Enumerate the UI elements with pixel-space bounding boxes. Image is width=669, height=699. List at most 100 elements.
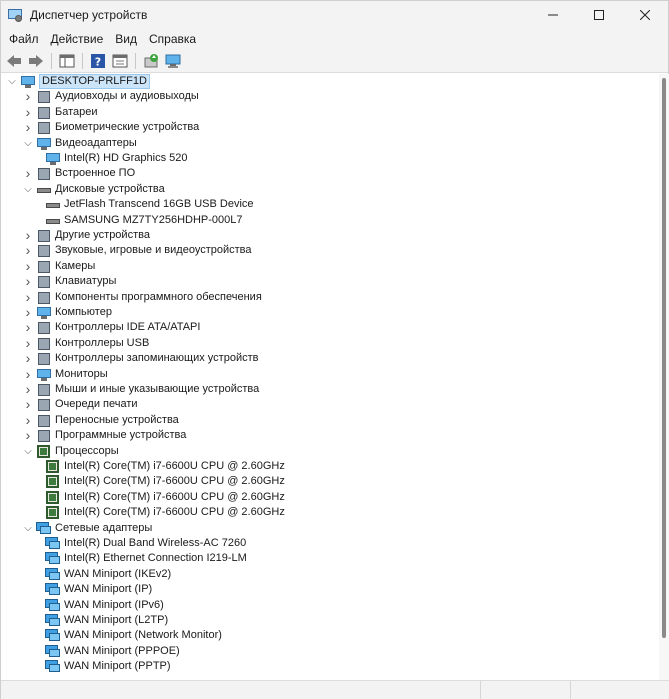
forward-button[interactable]	[26, 51, 46, 71]
svg-text:?: ?	[95, 55, 101, 68]
scrollbar-thumb[interactable]	[662, 78, 666, 638]
device-tree[interactable]: ⌵ DESKTOP-PRLFF1D › Аудиовходы и аудиовых…	[2, 74, 659, 680]
chevron-right-icon[interactable]: ›	[22, 305, 34, 320]
title-bar: Диспетчер устройств	[1, 1, 668, 29]
chevron-right-icon[interactable]: ›	[22, 89, 34, 104]
console-tree-button[interactable]	[57, 51, 77, 71]
computer-name[interactable]: DESKTOP-PRLFF1D	[39, 74, 150, 89]
tree-category[interactable]: › Переносные устройства	[22, 413, 179, 428]
tree-category[interactable]: › Мониторы	[22, 367, 108, 382]
chevron-right-icon[interactable]: ›	[22, 351, 34, 366]
chevron-right-icon[interactable]: ›	[22, 105, 34, 120]
chevron-down-icon[interactable]: ⌵	[22, 136, 34, 151]
tree-category[interactable]: › Программные устройства	[22, 428, 187, 443]
properties-icon	[112, 54, 128, 67]
chevron-down-icon[interactable]: ⌵	[22, 182, 34, 197]
tree-category[interactable]: › Контроллеры IDE ATA/ATAPI	[22, 320, 201, 335]
scan-hardware-button[interactable]	[163, 51, 183, 71]
tree-device[interactable]: Intel(R) Core(TM) i7-6600U CPU @ 2.60GHz	[39, 490, 285, 505]
tree-category[interactable]: › Встроенное ПО	[22, 166, 135, 181]
tree-category[interactable]: ⌵ Видеоадаптеры	[22, 136, 137, 151]
chevron-down-icon[interactable]: ⌵	[6, 74, 18, 89]
tree-category[interactable]: ⌵ Дисковые устройства	[22, 182, 165, 197]
tree-category[interactable]: ⌵ Сетевые адаптеры	[22, 521, 152, 536]
tree-device[interactable]: WAN Miniport (PPTP)	[39, 659, 171, 674]
tree-device[interactable]: WAN Miniport (IKEv2)	[39, 567, 171, 582]
tree-device[interactable]: WAN Miniport (IPv6)	[39, 598, 164, 613]
chevron-right-icon[interactable]: ›	[22, 367, 34, 382]
chevron-down-icon[interactable]: ⌵	[22, 521, 34, 536]
tree-device[interactable]: WAN Miniport (PPPOE)	[39, 644, 180, 659]
chevron-right-icon[interactable]: ›	[22, 259, 34, 274]
chevron-right-icon[interactable]: ›	[22, 413, 34, 428]
tree-device[interactable]: Intel(R) Core(TM) i7-6600U CPU @ 2.60GHz	[39, 474, 285, 489]
tree-category[interactable]: › Компьютер	[22, 305, 112, 320]
tree-device[interactable]: WAN Miniport (Network Monitor)	[39, 628, 222, 643]
keyboard-icon	[36, 275, 52, 289]
tree-device[interactable]: JetFlash Transcend 16GB USB Device	[39, 197, 254, 212]
chevron-right-icon[interactable]: ›	[22, 166, 34, 181]
chevron-right-icon[interactable]: ›	[22, 320, 34, 335]
tree-category[interactable]: ⌵ Процессоры	[22, 444, 119, 459]
tree-device[interactable]: WAN Miniport (IP)	[39, 582, 152, 597]
vertical-scrollbar[interactable]	[659, 74, 669, 680]
chevron-right-icon[interactable]: ›	[22, 397, 34, 412]
menu-file[interactable]: Файл	[3, 29, 45, 49]
tree-item-label: Контроллеры IDE ATA/ATAPI	[55, 321, 201, 333]
tree-item-label: Intel(R) Dual Band Wireless-AC 7260	[64, 537, 247, 549]
tree-item-label: Клавиатуры	[55, 275, 117, 287]
usb-icon	[36, 337, 52, 351]
speaker-icon	[36, 244, 52, 258]
menu-action[interactable]: Действие	[45, 29, 110, 49]
tree-category[interactable]: › Камеры	[22, 259, 96, 274]
tree-category[interactable]: › Звуковые, игровые и видеоустройства	[22, 243, 252, 258]
tree-device[interactable]: Intel(R) Dual Band Wireless-AC 7260	[39, 536, 246, 551]
back-button[interactable]	[4, 51, 24, 71]
tree-device[interactable]: Intel(R) Ethernet Connection I219-LM	[39, 551, 247, 566]
tree-category[interactable]: › Клавиатуры	[22, 274, 117, 289]
minimize-button[interactable]	[530, 1, 576, 29]
tree-category[interactable]: › Биометрические устройства	[22, 120, 200, 135]
tree-category[interactable]: › Другие устройства	[22, 228, 150, 243]
tree-device[interactable]: Intel(R) HD Graphics 520	[39, 151, 188, 166]
tree-root[interactable]: ⌵ DESKTOP-PRLFF1D	[6, 74, 150, 89]
menu-view[interactable]: Вид	[109, 29, 143, 49]
tree-category[interactable]: › Компоненты программного обеспечения	[22, 290, 262, 305]
status-cell	[571, 681, 668, 699]
help-button[interactable]: ?	[88, 51, 108, 71]
tree-device[interactable]: SAMSUNG MZ7TY256HDHP-000L7	[39, 213, 243, 228]
tree-category[interactable]: › Контроллеры USB	[22, 336, 150, 351]
chevron-down-icon[interactable]: ⌵	[22, 444, 34, 459]
window-title: Диспетчер устройств	[30, 8, 148, 22]
close-button[interactable]	[622, 1, 668, 29]
software-device-icon	[36, 429, 52, 443]
menu-help[interactable]: Справка	[143, 29, 202, 49]
chevron-right-icon[interactable]: ›	[22, 243, 34, 258]
tree-category[interactable]: › Контроллеры запоминающих устройств	[22, 351, 259, 366]
update-driver-button[interactable]	[141, 51, 161, 71]
tree-category[interactable]: › Очереди печати	[22, 397, 138, 412]
chevron-right-icon[interactable]: ›	[22, 290, 34, 305]
chevron-right-icon[interactable]: ›	[22, 228, 34, 243]
chevron-right-icon[interactable]: ›	[22, 428, 34, 443]
properties-button[interactable]	[110, 51, 130, 71]
tree-item-label: Контроллеры запоминающих устройств	[55, 352, 259, 364]
tree-device[interactable]: WAN Miniport (L2TP)	[39, 613, 168, 628]
tree-category[interactable]: › Батареи	[22, 105, 98, 120]
maximize-button[interactable]	[576, 1, 622, 29]
tree-device[interactable]: Intel(R) Core(TM) i7-6600U CPU @ 2.60GHz	[39, 459, 285, 474]
computer-icon	[36, 306, 52, 320]
processor-icon	[45, 505, 61, 520]
tree-device[interactable]: Intel(R) Core(TM) i7-6600U CPU @ 2.60GHz	[39, 505, 285, 520]
chevron-right-icon[interactable]: ›	[22, 120, 34, 135]
chevron-right-icon[interactable]: ›	[22, 274, 34, 289]
chevron-right-icon[interactable]: ›	[22, 336, 34, 351]
chevron-right-icon[interactable]: ›	[22, 382, 34, 397]
tree-category[interactable]: › Аудиовходы и аудиовыходы	[22, 89, 199, 104]
tree-category[interactable]: › Мыши и иные указывающие устройства	[22, 382, 260, 397]
processor-icon	[36, 444, 52, 459]
